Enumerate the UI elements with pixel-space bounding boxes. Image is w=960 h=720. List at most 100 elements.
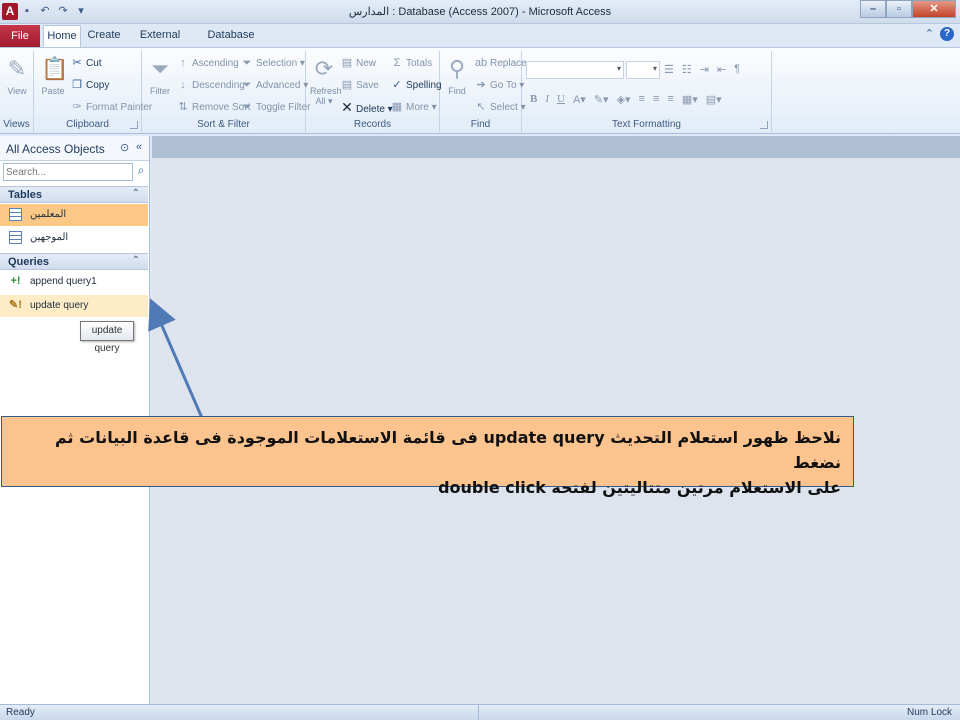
nav-section-queries[interactable]: Queries ⌃ (0, 253, 148, 270)
paste-button[interactable]: 📋 Paste (38, 55, 68, 96)
group-views: ✎ View Views (0, 51, 34, 132)
nav-item-table-supervisors[interactable]: الموجهين (0, 227, 148, 249)
delete-button[interactable]: ✕ Delete ▾ (340, 99, 393, 115)
bullets-icon[interactable]: ☰ (664, 63, 674, 76)
goto-button[interactable]: ➔ Go To ▾ (474, 77, 524, 93)
nav-pane-title: All Access Objects (6, 142, 105, 156)
group-label-clipboard: Clipboard (66, 119, 109, 130)
indent-icon[interactable]: ⇥ (700, 63, 709, 76)
replace-button[interactable]: ab Replace (474, 55, 527, 71)
annotation-arrow (148, 298, 204, 419)
numbering-icon[interactable]: ☷ (682, 63, 692, 76)
font-color-icon[interactable]: A▾ (573, 93, 586, 106)
totals-button[interactable]: Σ Totals (390, 55, 433, 71)
cut-button[interactable]: ✂ Cut (70, 55, 101, 71)
binoculars-icon: ⚲ (448, 56, 466, 81)
clipboard-dialog-launcher[interactable] (130, 121, 138, 129)
table-icon (9, 208, 22, 221)
find-button[interactable]: ⚲ Find (444, 55, 470, 96)
tab-database-tools[interactable]: Database Tools (198, 25, 264, 62)
nav-search-input[interactable] (3, 163, 133, 181)
tab-create[interactable]: Create (86, 25, 122, 47)
paragraph-direction-icon[interactable]: ¶ (734, 63, 740, 76)
refresh-all-button[interactable]: ⟳ Refresh All ▾ (310, 55, 342, 107)
align-left-icon[interactable]: ≡ (639, 93, 645, 106)
save-record-icon: ▤ (341, 79, 353, 91)
font-name-combo[interactable] (526, 61, 624, 79)
paste-icon: 📋 (41, 56, 69, 81)
collapse-pane-icon[interactable]: « (136, 141, 142, 153)
advanced-filter-icon: ⏷ (242, 79, 252, 91)
section-label: Queries (8, 256, 49, 268)
status-divider (478, 705, 479, 720)
outdent-icon[interactable]: ⇤ (717, 63, 726, 76)
bold-button[interactable]: B (530, 93, 537, 106)
title-bar: A ▪ ↶ ↷ ▾ المدارس : Database (Access 200… (0, 0, 960, 24)
minimize-ribbon-icon[interactable]: ⌃ (925, 27, 934, 41)
ascending-button[interactable]: ↑ Ascending (176, 55, 238, 71)
nav-item-query-append[interactable]: +! append query1 (0, 271, 148, 293)
nav-item-table-teachers[interactable]: المعلمين (0, 204, 148, 226)
funnel-icon: ⏷ (151, 56, 169, 81)
nav-pane-header[interactable]: All Access Objects ⊙ « (0, 136, 149, 161)
workspace-tab-strip (152, 136, 960, 158)
fill-color-icon[interactable]: ◈▾ (617, 93, 631, 106)
highlight-icon[interactable]: ✎▾ (594, 93, 609, 106)
font-size-combo[interactable] (626, 61, 660, 79)
minimize-button[interactable]: – (860, 0, 886, 18)
view-button[interactable]: ✎ View (4, 55, 30, 96)
num-lock-indicator: Num Lock (906, 707, 952, 718)
nav-item-tooltip: update query (80, 321, 134, 354)
nav-section-tables[interactable]: Tables ⌃ (0, 186, 148, 203)
more-icon: ▦ (391, 101, 403, 113)
close-button[interactable]: ✕ (912, 0, 956, 18)
sort-ascending-icon: ↑ (180, 57, 186, 69)
gridlines-icon[interactable]: ▦▾ (682, 93, 698, 106)
toggle-filter-icon: ⏷ (242, 101, 252, 113)
descending-button[interactable]: ↓ Descending (176, 77, 245, 93)
align-right-icon[interactable]: ≡ (667, 93, 673, 106)
tab-external-data[interactable]: External Data (130, 25, 190, 62)
spelling-check-icon: ✓ (392, 79, 402, 91)
filter-button[interactable]: ⏷ Filter (146, 55, 174, 96)
alternate-row-color-icon[interactable]: ▤▾ (706, 93, 722, 106)
search-icon[interactable]: ⌕ (134, 163, 148, 181)
append-query-icon: +! (10, 275, 21, 287)
toggle-filter-button[interactable]: ⏷ Toggle Filter (240, 99, 311, 115)
group-label-records: Records (353, 119, 392, 130)
selection-filter-icon: ⏷ (242, 57, 252, 69)
ribbon: ✎ View Views 📋 Paste ✂ Cut ❐ Copy ✑ Format … (0, 47, 960, 134)
status-bar: Ready Num Lock (0, 704, 960, 720)
group-sort-filter: ⏷ Filter ↑ Ascending ↓ Descending ⇅ Remove … (142, 51, 310, 132)
group-find: ⚲ Find ab Replace ➔ Go To ▾ ↖ Select ▾ Find (440, 51, 527, 132)
select-button[interactable]: ↖ Select ▾ (474, 99, 525, 115)
spelling-button[interactable]: ✓ Spelling (390, 77, 441, 93)
underline-button[interactable]: U (557, 93, 565, 106)
advanced-button[interactable]: ⏷ Advanced ▾ (240, 77, 309, 93)
group-label-text-formatting: Text Formatting (612, 119, 681, 130)
group-text-formatting: ☰ ☷ ⇥ ⇤ ¶ B I U A▾ ✎▾ ◈▾ ≡ ≡ ≡ ▦▾ ▤▾ Tex… (522, 51, 772, 132)
maximize-button[interactable]: ▫ (886, 0, 912, 18)
new-record-button[interactable]: ▤ New (340, 55, 376, 71)
collapse-chevron-icon: ⌃ (131, 188, 140, 199)
view-icon: ✎ (7, 56, 27, 81)
save-record-button[interactable]: ▤ Save (340, 77, 379, 93)
scissors-icon: ✂ (72, 57, 82, 69)
help-icon[interactable]: ? (940, 27, 954, 41)
align-center-icon[interactable]: ≡ (653, 93, 659, 106)
tab-home[interactable]: Home (43, 25, 81, 47)
nav-item-query-update[interactable]: ✎! update query (0, 295, 148, 317)
format-painter-button[interactable]: ✑ Format Painter (70, 99, 152, 115)
copy-button[interactable]: ❐ Copy (70, 77, 109, 93)
selection-button[interactable]: ⏷ Selection ▾ (240, 55, 305, 71)
update-query-icon: ✎! (9, 299, 22, 311)
more-button[interactable]: ▦ More ▾ (390, 99, 437, 115)
text-formatting-dialog-launcher[interactable] (760, 121, 768, 129)
replace-icon: ab (474, 57, 488, 69)
delete-x-icon: ✕ (341, 99, 353, 115)
tab-file[interactable]: File (0, 25, 40, 47)
nav-menu-chevron-icon[interactable]: ⊙ (120, 141, 129, 154)
group-records: ⟳ Refresh All ▾ ▤ New ▤ Save ✕ Delete ▾ Σ Tot… (306, 51, 442, 132)
status-text: Ready (6, 707, 35, 718)
italic-button[interactable]: I (545, 93, 549, 106)
